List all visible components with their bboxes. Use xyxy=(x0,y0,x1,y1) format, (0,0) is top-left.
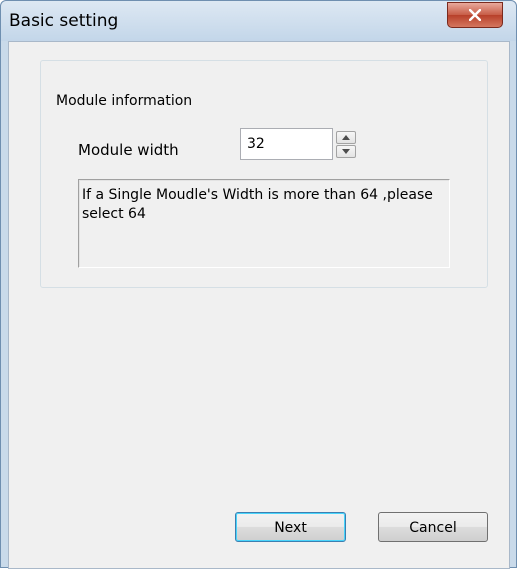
close-x-icon xyxy=(469,9,481,21)
close-button[interactable] xyxy=(447,2,503,28)
spin-down-button[interactable] xyxy=(336,145,356,158)
triangle-up-icon xyxy=(342,135,350,140)
cancel-button[interactable]: Cancel xyxy=(378,512,488,542)
module-width-label: Module width xyxy=(78,141,179,159)
next-button[interactable]: Next xyxy=(235,512,346,542)
triangle-down-icon xyxy=(342,149,350,154)
groupbox-label: Module information xyxy=(53,91,196,111)
info-text-box: If a Single Moudle's Width is more than … xyxy=(78,179,450,268)
spin-up-button[interactable] xyxy=(336,131,356,144)
window-title: Basic setting xyxy=(9,11,119,31)
module-width-input[interactable] xyxy=(240,128,333,160)
module-width-spinner xyxy=(336,130,358,160)
title-bar[interactable]: Basic setting xyxy=(1,1,516,41)
